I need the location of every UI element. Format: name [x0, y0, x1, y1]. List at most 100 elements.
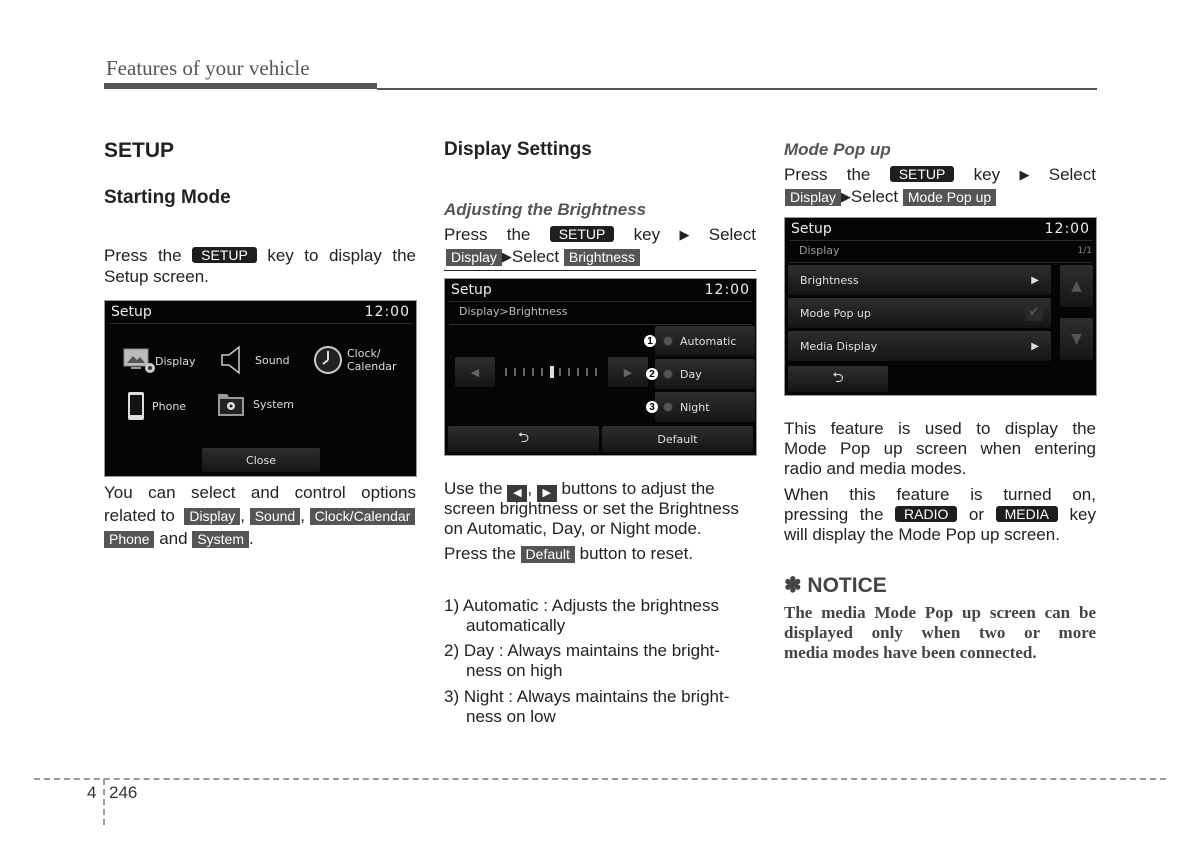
text: Select [708, 225, 756, 244]
list-item: 3) Night : Always maintains the bright- [444, 687, 729, 707]
menu-display[interactable]: Display [123, 348, 196, 374]
menu-item-mode-popup[interactable]: Mode Pop up ✔ [788, 298, 1051, 328]
back-button[interactable]: ⮌ [788, 366, 888, 392]
system-key-badge: System [192, 531, 250, 548]
close-button[interactable]: Close [202, 448, 320, 472]
text: pressing the [784, 505, 884, 524]
scroll-up-button[interactable]: ▲ [1060, 265, 1093, 307]
list-text: Day : Always maintains the bright- [463, 641, 720, 660]
text: related to [104, 506, 175, 525]
list-marker: 1) [444, 596, 460, 615]
desc-line2: Mode Pop up screen when entering [784, 439, 1096, 458]
slider-tick [505, 368, 507, 376]
intro-line2: Setup screen. [104, 267, 209, 286]
clock-calendar-key-badge: Clock/Calendar [309, 508, 416, 525]
options-line1: You can select and control options [104, 483, 416, 502]
menu-label: Media Display [800, 339, 878, 353]
option-automatic[interactable]: Automatic [655, 326, 755, 356]
display-key-badge: Display [785, 189, 841, 206]
text: Select [850, 187, 899, 206]
list-marker: 2) [444, 641, 460, 660]
page-number: 246 [109, 783, 138, 802]
divider [789, 240, 1092, 241]
reset-line: Press the Default button to reset. [444, 544, 693, 564]
option-day[interactable]: Day [655, 359, 755, 389]
setup-key-badge: SETUP [549, 226, 615, 242]
setup-key-badge: SETUP [889, 166, 955, 182]
use-line3: on Automatic, Day, or Night mode. [444, 519, 702, 538]
list-item-cont: ness on low [466, 707, 556, 726]
menu-phone[interactable]: Phone [127, 391, 186, 421]
callout-2: 2 [646, 368, 658, 380]
list-text: Night : Always maintains the bright- [463, 687, 730, 706]
section-title: Display Settings [444, 139, 592, 160]
text: Press the [444, 225, 531, 244]
radio-icon [663, 402, 673, 412]
menu-system[interactable]: System [217, 391, 294, 417]
arrow-right-icon: ▶ [679, 227, 690, 242]
slider-thumb[interactable] [550, 366, 554, 378]
option-night[interactable]: Night [655, 392, 755, 422]
arrow-right-icon: ▶ [501, 249, 512, 264]
arrow-right-icon: ▶ [1031, 340, 1039, 352]
divider [444, 270, 756, 271]
text: button to reset. [579, 544, 694, 563]
notice-title: ✽ NOTICE [784, 574, 887, 597]
menu-label: Sound [255, 353, 290, 367]
menu-sound[interactable]: Sound [219, 345, 290, 375]
slider-tick [541, 368, 543, 376]
divider [109, 323, 412, 324]
slider-tick [559, 368, 561, 376]
display-settings-icon [123, 348, 155, 373]
menu-label: Phone [152, 399, 187, 413]
list-item-cont: ness on high [466, 661, 563, 680]
menu-item-media-display[interactable]: Media Display ▶ [788, 331, 1051, 361]
brightness-screen: Setup 12:00 Display>Brightness ◀ ▶ Autom… [444, 278, 757, 456]
menu-label: Brightness [800, 273, 859, 287]
desc-line1: This feature is used to display the [784, 419, 1096, 438]
brightness-increase-button[interactable]: ▶ [608, 357, 648, 387]
screen-clock: 12:00 [704, 282, 750, 298]
option-label: Night [680, 400, 710, 414]
checkbox-checked-icon[interactable]: ✔ [1025, 305, 1043, 321]
list-text: Automatic : Adjusts the brightness [462, 596, 720, 615]
list-marker: 3) [444, 687, 460, 706]
display-key-badge: Display [446, 249, 502, 266]
slider-tick [568, 368, 570, 376]
breadcrumb: Display>Brightness [459, 305, 568, 318]
scroll-down-button[interactable]: ▼ [1060, 318, 1093, 360]
slider-tick [514, 368, 516, 376]
brightness-key-badge: Brightness [563, 249, 641, 266]
notice-line3: media modes have been connected. [784, 643, 1037, 662]
display-settings-screen: Setup 12:00 Display 1/1 Brightness ▶ Mod… [784, 217, 1097, 396]
footer-separator [103, 779, 105, 825]
speaker-icon [221, 345, 240, 375]
footer-rule [34, 778, 1166, 780]
list-item: 1) Automatic : Adjusts the brightness [444, 596, 719, 616]
default-button[interactable]: Default [602, 426, 753, 452]
brightness-decrease-button[interactable]: ◀ [455, 357, 495, 387]
back-icon: ⮌ [517, 430, 530, 446]
running-title: Features of your vehicle [106, 56, 310, 80]
callout-3: 3 [646, 401, 658, 413]
when-line3: will display the Mode Pop up screen. [784, 525, 1060, 544]
radio-key-badge: RADIO [895, 506, 958, 522]
subsection-title: Adjusting the Brightness [444, 200, 647, 219]
text: Press the [104, 246, 182, 265]
arrow-right-icon: ▶ [840, 189, 851, 204]
slider-tick [577, 368, 579, 376]
phone-key-badge: Phone [104, 531, 155, 548]
mode-popup-key-badge: Mode Pop up [902, 189, 997, 206]
header-rule [377, 88, 1097, 90]
section-title: SETUP [104, 139, 175, 162]
back-button[interactable]: ⮌ [448, 426, 599, 452]
arrow-left-icon: ◀ [470, 365, 480, 379]
menu-clock-calendar[interactable]: Clock/ Calendar [313, 345, 396, 375]
radio-icon [663, 336, 673, 346]
text: or [968, 505, 985, 524]
callout-1: 1 [644, 335, 656, 347]
use-line2: screen brightness or set the Brightness [444, 499, 739, 518]
when-line1: When this feature is turned on, [784, 485, 1096, 504]
brightness-slider[interactable] [501, 357, 601, 387]
menu-item-brightness[interactable]: Brightness ▶ [788, 265, 1051, 295]
